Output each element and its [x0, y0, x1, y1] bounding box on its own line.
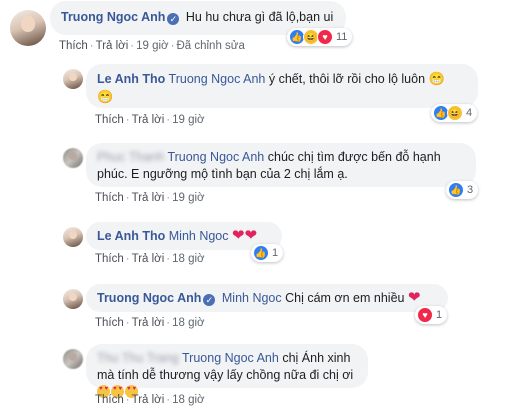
mention-link[interactable]: Truong Ngoc Anh — [169, 72, 266, 86]
avatar[interactable] — [63, 289, 83, 309]
reply-link[interactable]: Trả lời — [132, 253, 165, 265]
reaction-count: 11 — [336, 31, 348, 43]
comment-author[interactable]: Thu Thu Trang — [97, 351, 179, 365]
comment-author[interactable]: Le Anh Tho — [97, 229, 165, 243]
verified-badge-icon: ✓ — [167, 13, 180, 25]
avatar[interactable] — [63, 148, 83, 168]
timestamp[interactable]: 19 giờ — [136, 40, 168, 52]
comment-text: Chị cám ơn em nhiều — [285, 291, 405, 305]
comment-actions: Thích · Trả lời · 19 giờ — [95, 114, 205, 126]
reply-link[interactable]: Trả lời — [132, 394, 165, 406]
comment-text: ý chết, thôi lỡ rồi cho lộ luôn — [268, 72, 426, 86]
like-link[interactable]: Thích — [95, 192, 124, 204]
reply-link[interactable]: Trả lời — [96, 40, 129, 52]
haha-icon: 😆 — [447, 105, 463, 121]
mention-link[interactable]: Minh Ngoc — [222, 291, 282, 305]
heart-emoji-icon: ❤ — [244, 227, 258, 244]
timestamp[interactable]: 18 giờ — [172, 394, 204, 406]
reply-link[interactable]: Trả lời — [132, 192, 165, 204]
mention-link[interactable]: Truong Ngoc Anh — [182, 351, 279, 365]
like-link[interactable]: Thích — [95, 253, 124, 265]
heart-emoji-icon: ❤ — [407, 289, 421, 306]
like-icon: 👍 — [448, 182, 464, 198]
mention-link[interactable]: Truong Ngoc Anh — [167, 150, 264, 164]
comment-author[interactable]: Truong Ngoc Anh — [61, 10, 165, 24]
avatar[interactable] — [63, 69, 83, 89]
heart-icon: ♥ — [417, 307, 433, 323]
timestamp[interactable]: 18 giờ — [172, 317, 204, 329]
verified-badge-icon: ✓ — [203, 294, 216, 306]
comment-author[interactable]: Le Anh Tho — [97, 72, 165, 86]
reactions-summary[interactable]: 👍 😆 4 — [431, 104, 478, 122]
comment-bubble: Le Anh Tho Truong Ngoc Anh ý chết, thôi … — [86, 64, 478, 108]
comment-actions: Thích · Trả lời · 18 giờ — [95, 317, 205, 329]
comment-bubble: Phuc Thanh Truong Ngoc Anh chúc chị tìm … — [86, 143, 476, 187]
comment-bubble: Truong Ngoc Anh ✓ Minh Ngoc Chị cám ơn em… — [86, 284, 448, 312]
comment-author[interactable]: Truong Ngoc Anh — [97, 291, 201, 305]
edited-label: Đã chỉnh sửa — [176, 40, 245, 52]
avatar[interactable] — [63, 227, 83, 247]
reaction-count: 3 — [467, 184, 474, 196]
comment-text: Hu hu chưa gì đã lộ,bạn ui — [185, 10, 334, 24]
reaction-count: 1 — [272, 247, 279, 259]
avatar[interactable] — [63, 349, 83, 369]
reactions-summary[interactable]: 👍 😆 ♥ 11 — [287, 28, 353, 46]
mention-link[interactable]: Minh Ngoc — [169, 229, 229, 243]
reaction-count: 4 — [466, 107, 473, 119]
reaction-count: 1 — [436, 309, 443, 321]
comment-actions: Thích · Trả lời · 19 giờ — [95, 192, 205, 204]
timestamp[interactable]: 18 giờ — [172, 253, 204, 265]
reply-link[interactable]: Trả lời — [132, 317, 165, 329]
timestamp[interactable]: 19 giờ — [172, 114, 204, 126]
reactions-summary[interactable]: 👍 1 — [251, 244, 284, 262]
like-link[interactable]: Thích — [95, 317, 124, 329]
reactions-summary[interactable]: ♥ 1 — [415, 306, 448, 324]
grin-emoji-icon: 😁 — [97, 89, 114, 104]
comment-actions: Thích · Trả lời · 19 giờ · Đã chỉnh sửa — [59, 40, 245, 52]
like-link[interactable]: Thích — [95, 114, 124, 126]
timestamp[interactable]: 19 giờ — [172, 192, 204, 204]
comment-bubble: Thu Thu Trang Truong Ngoc Anh chị Ánh xi… — [86, 344, 368, 398]
comment-actions: Thích · Trả lời · 18 giờ — [95, 394, 205, 406]
comment-author[interactable]: Phuc Thanh — [97, 150, 164, 164]
heart-emoji-icon: ❤ — [232, 227, 245, 244]
like-link[interactable]: Thích — [95, 394, 124, 406]
comment-actions: Thích · Trả lời · 18 giờ — [95, 253, 205, 265]
avatar[interactable] — [10, 10, 46, 46]
like-link[interactable]: Thích — [59, 40, 88, 52]
reactions-summary[interactable]: 👍 3 — [446, 181, 479, 199]
reply-link[interactable]: Trả lời — [132, 114, 165, 126]
like-icon: 👍 — [253, 245, 269, 261]
grin-emoji-icon: 😁 — [428, 71, 445, 86]
heart-icon: ♥ — [317, 29, 333, 45]
